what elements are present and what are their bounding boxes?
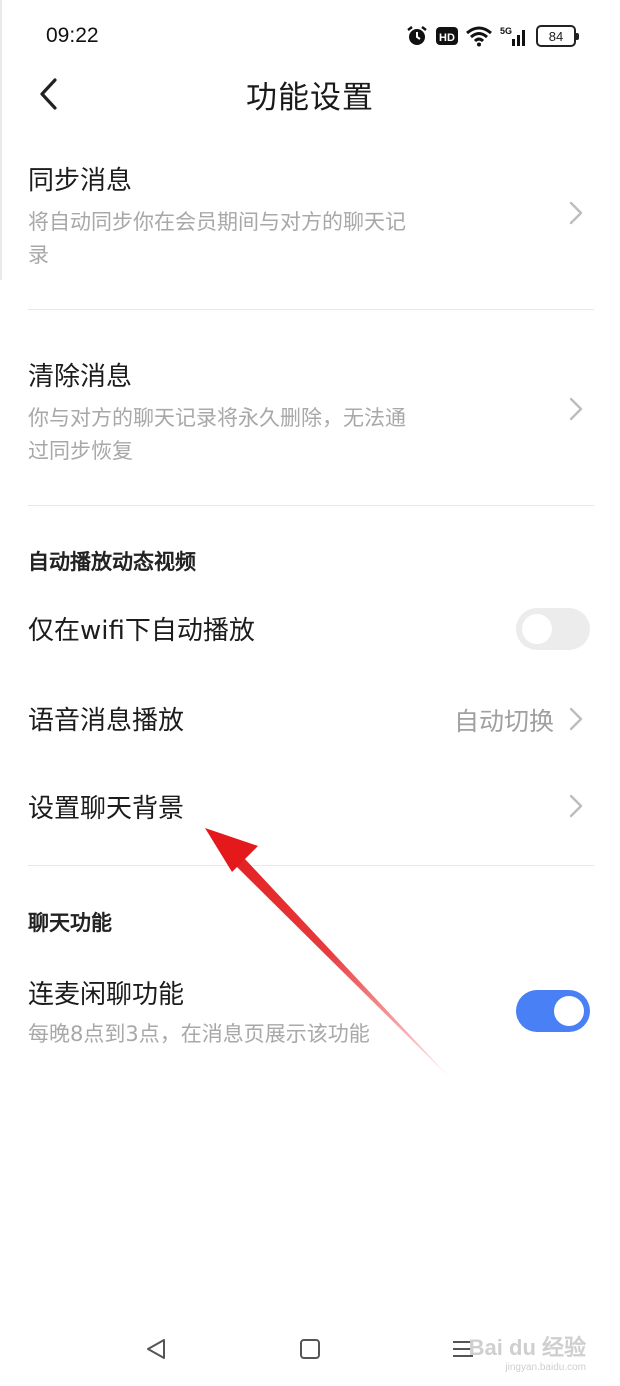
chevron-left-icon [40, 78, 57, 110]
clear-messages-desc: 你与对方的聊天记录将永久删除，无法通过同步恢复 [28, 406, 406, 463]
wifi-autoplay-toggle[interactable] [516, 608, 590, 650]
wifi-autoplay-title: 仅在wifi下自动播放 [28, 616, 255, 646]
clear-messages-title: 清除消息 [28, 362, 133, 392]
clear-messages-row[interactable]: 清除消息 你与对方的聊天记录将永久删除，无法通过同步恢复 [0, 346, 620, 506]
page-title: 功能设置 [246, 80, 374, 116]
alarm-icon [407, 26, 427, 45]
chevron-right-icon [569, 794, 583, 818]
sync-messages-row[interactable]: 同步消息 将自动同步你在会员期间与对方的聊天记录 [0, 150, 620, 310]
toggle-knob [554, 996, 584, 1026]
voice-playback-title: 语音消息播放 [28, 706, 185, 736]
section-header-autoplay: 自动播放动态视频 [28, 550, 196, 574]
watermark-url: jingyan.baidu.com [505, 1362, 586, 1373]
chat-background-title: 设置聊天背景 [28, 794, 185, 824]
toggle-knob [522, 614, 552, 644]
battery-icon: 84 [536, 25, 579, 47]
chevron-right-icon [569, 397, 583, 421]
status-time: 09:22 [46, 24, 99, 47]
baidu-watermark: Bai du 经验 jingyan.baidu.com [469, 1330, 586, 1373]
back-button[interactable] [26, 72, 70, 116]
hd-icon: HD [436, 27, 458, 45]
chevron-right-icon [569, 707, 583, 731]
wifi-autoplay-row: 仅在wifi下自动播放 [0, 590, 620, 670]
divider [28, 309, 594, 310]
voice-playback-row[interactable]: 语音消息播放 自动切换 [0, 680, 620, 760]
sync-messages-desc: 将自动同步你在会员期间与对方的聊天记录 [28, 210, 406, 267]
battery-level: 84 [548, 28, 564, 44]
voice-chat-toggle[interactable] [516, 990, 590, 1032]
watermark-logo: Bai du 经验 [468, 1335, 586, 1360]
voice-chat-desc: 每晚8点到3点，在消息页展示该功能 [28, 1022, 370, 1046]
section-header-chat: 聊天功能 [28, 911, 112, 935]
chat-background-row[interactable]: 设置聊天背景 [0, 766, 620, 846]
status-bar: 09:22 HD 5G 84 [0, 0, 620, 70]
voice-chat-row: 连麦闲聊功能 每晚8点到3点，在消息页展示该功能 [0, 960, 620, 1060]
voice-playback-value: 自动切换 [453, 707, 554, 736]
back-triangle-icon[interactable] [142, 1334, 172, 1364]
home-square-icon[interactable] [295, 1334, 325, 1364]
chevron-right-icon [569, 201, 583, 225]
voice-chat-title: 连麦闲聊功能 [28, 980, 185, 1010]
status-icons: HD 5G 84 [406, 22, 579, 50]
svg-text:HD: HD [439, 32, 455, 44]
divider [28, 865, 594, 866]
svg-text:5G: 5G [500, 26, 512, 36]
divider [28, 505, 594, 506]
signal-icon: 5G [500, 26, 525, 46]
wifi-icon [466, 26, 492, 47]
sync-messages-title: 同步消息 [28, 166, 133, 196]
